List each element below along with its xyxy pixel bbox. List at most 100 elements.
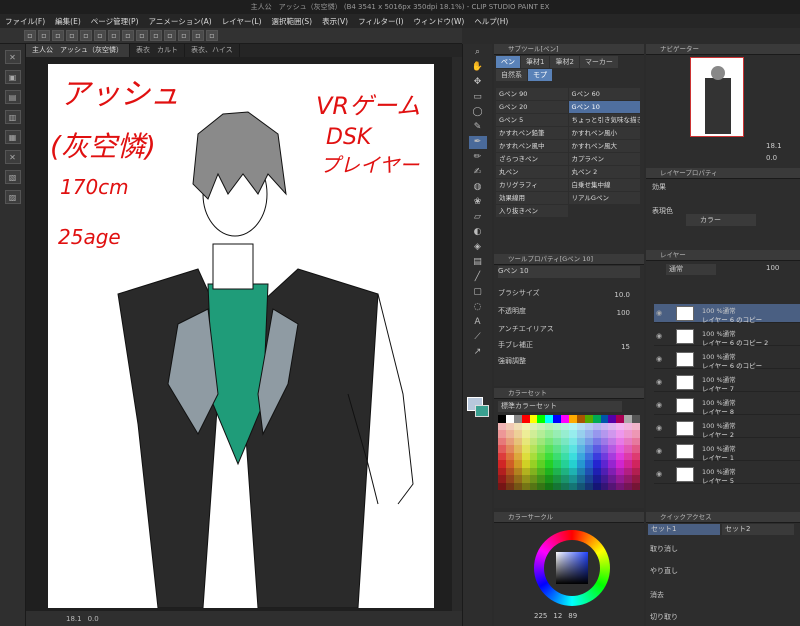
color-swatch[interactable]	[513, 467, 522, 475]
color-swatch[interactable]	[561, 422, 570, 430]
color-swatch[interactable]	[616, 482, 625, 490]
select-icon[interactable]: ▭	[469, 91, 487, 104]
color-swatch[interactable]	[632, 445, 641, 453]
eye-icon[interactable]: ◉	[656, 355, 662, 363]
brush-item[interactable]: かすれペン風大	[568, 140, 640, 152]
color-swatch[interactable]	[608, 437, 617, 445]
brush-item[interactable]: リアルGペン	[568, 192, 640, 204]
color-swatch[interactable]	[576, 430, 585, 438]
color-swatch[interactable]	[616, 422, 625, 430]
color-swatch[interactable]	[553, 452, 562, 460]
open-icon[interactable]: ▣	[4, 70, 21, 84]
brush-item[interactable]: かすれペン風中	[496, 140, 568, 152]
snap-icon[interactable]: ▫	[164, 30, 176, 41]
color-swatch[interactable]	[513, 445, 522, 453]
brush-item[interactable]: Gペン 90	[496, 88, 568, 100]
subtool-tab-material2[interactable]: 筆材2	[550, 56, 579, 68]
color-swatch[interactable]	[513, 482, 522, 490]
color-swatch[interactable]	[584, 445, 593, 453]
color-swatch[interactable]	[553, 460, 562, 468]
color-swatch[interactable]	[529, 437, 538, 445]
color-swatch[interactable]	[505, 422, 514, 430]
color-swatch[interactable]	[537, 460, 546, 468]
color-swatch[interactable]	[505, 430, 514, 438]
layer-row[interactable]: ◉ 100 %通常 レイヤー 1	[654, 442, 800, 462]
color-swatch[interactable]	[521, 430, 530, 438]
color-swatch[interactable]	[616, 452, 625, 460]
menu-item-5[interactable]: 選択範囲(S)	[267, 16, 318, 27]
zoom-readout[interactable]: 18.1	[66, 615, 82, 623]
color-swatch[interactable]	[537, 445, 546, 453]
color-swatch[interactable]	[537, 467, 546, 475]
deselect-icon[interactable]: ▫	[136, 30, 148, 41]
sv-square[interactable]	[556, 552, 588, 584]
color-swatch[interactable]	[592, 437, 601, 445]
color-swatch[interactable]	[513, 422, 522, 430]
color-swatch[interactable]	[513, 452, 522, 460]
color-swatch[interactable]	[505, 467, 514, 475]
color-swatch[interactable]	[600, 452, 609, 460]
color-swatch[interactable]	[592, 430, 601, 438]
color-swatch[interactable]	[584, 430, 593, 438]
color-swatch[interactable]	[545, 482, 554, 490]
snap-grid-icon[interactable]: ▫	[192, 30, 204, 41]
color-swatch[interactable]	[545, 415, 554, 423]
color-swatch[interactable]	[537, 430, 546, 438]
color-swatch[interactable]	[600, 445, 609, 453]
tab-doc-3[interactable]: 表衣、ハイス	[185, 44, 240, 57]
color-swatch[interactable]	[521, 437, 530, 445]
blend-icon[interactable]: ◐	[469, 226, 487, 239]
eye-icon[interactable]: ◉	[656, 378, 662, 386]
layer-row[interactable]: ◉ 100 %通常 レイヤー 7	[654, 373, 800, 393]
value-stabilization[interactable]: 15	[621, 343, 630, 351]
color-swatch[interactable]	[576, 475, 585, 483]
invert-icon[interactable]: ▫	[150, 30, 162, 41]
hand-icon[interactable]: ✋	[469, 61, 487, 74]
color-swatch[interactable]	[592, 467, 601, 475]
menu-item-2[interactable]: ページ管理(P)	[86, 16, 144, 27]
color-swatch[interactable]	[537, 452, 546, 460]
color-swatch[interactable]	[561, 445, 570, 453]
color-swatch[interactable]	[576, 437, 585, 445]
color-swatch[interactable]	[553, 430, 562, 438]
color-swatch[interactable]	[505, 445, 514, 453]
color-swatch[interactable]	[521, 422, 530, 430]
color-swatch[interactable]	[537, 475, 546, 483]
color-swatch[interactable]	[576, 422, 585, 430]
color-swatch[interactable]	[576, 445, 585, 453]
hue-ring[interactable]	[534, 530, 610, 606]
layer-row[interactable]: ◉ 100 %通常 レイヤー 8	[654, 396, 800, 416]
quick-set1-tab[interactable]: セット1	[648, 524, 720, 535]
quick-undo[interactable]: 取り消し	[650, 544, 678, 554]
color-swatch[interactable]	[584, 452, 593, 460]
value-opacity[interactable]: 100	[617, 309, 630, 317]
color-swatch[interactable]	[632, 482, 641, 490]
delete-icon[interactable]: ✕	[4, 150, 21, 164]
color-swatch[interactable]	[624, 430, 633, 438]
close-icon[interactable]: ✕	[4, 50, 21, 64]
vertical-scrollbar[interactable]	[452, 57, 462, 611]
angle-readout[interactable]: 0.0	[88, 615, 99, 623]
clear-icon[interactable]: ▫	[94, 30, 106, 41]
import-icon[interactable]: ▦	[4, 130, 21, 144]
color-swatch[interactable]	[632, 467, 641, 475]
color-swatch[interactable]	[521, 415, 530, 423]
color-swatch[interactable]	[608, 430, 617, 438]
subtool-tab-marker[interactable]: マーカー	[579, 56, 618, 68]
layer-row[interactable]: ◉ 100 %通常 レイヤー 2	[654, 419, 800, 439]
brush-icon[interactable]: ✍	[469, 166, 487, 179]
color-swatch[interactable]	[529, 415, 538, 423]
color-swatch[interactable]	[553, 475, 562, 483]
color-swatch[interactable]	[616, 430, 625, 438]
subtool-tab-material1[interactable]: 筆材1	[521, 56, 550, 68]
lasso-icon[interactable]: ◯	[469, 106, 487, 119]
eye-icon[interactable]: ◉	[656, 424, 662, 432]
color-swatch[interactable]	[561, 430, 570, 438]
color-swatch[interactable]	[553, 422, 562, 430]
color-swatch[interactable]	[608, 452, 617, 460]
color-swatch[interactable]	[498, 460, 506, 468]
color-swatch[interactable]	[521, 460, 530, 468]
tab-doc-2[interactable]: 表衣 カルト	[130, 44, 185, 57]
brush-item[interactable]: 入り抜きペン	[496, 205, 568, 217]
balloon-icon[interactable]: ◌	[469, 301, 487, 314]
